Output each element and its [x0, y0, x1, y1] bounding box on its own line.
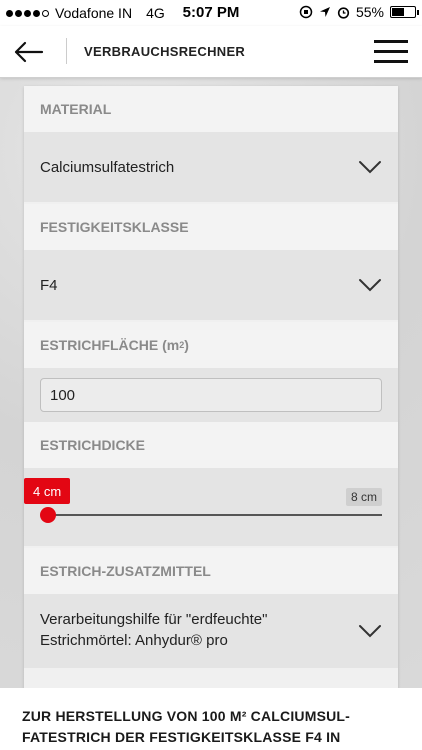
area-label-text: ESTRICHFLÄCHE (m [40, 337, 180, 353]
material-value: Calciumsulfatestrich [40, 158, 175, 176]
material-label: MATERIAL [24, 86, 398, 132]
menu-button[interactable] [374, 38, 408, 66]
back-button[interactable] [12, 38, 44, 66]
chevron-down-icon [359, 279, 381, 292]
result-panel: ZUR HERSTELLUNG VON 100 M² CALCIUMSUL-FA… [0, 688, 422, 750]
area-label: ESTRICHFLÄCHE (m 2) [24, 322, 398, 368]
material-select[interactable]: Calciumsulfatestrich [24, 132, 398, 202]
page-title: VERBRAUCHSRECHNER [84, 44, 246, 59]
battery-percent: 55% [355, 4, 384, 20]
rotation-lock-icon [299, 5, 313, 19]
result-text: ZUR HERSTELLUNG VON 100 M² CALCIUMSUL-FA… [22, 708, 351, 745]
additive-select[interactable]: Verarbeitungshilfe für "erdfeuchte" Estr… [24, 594, 398, 668]
app-header: VERBRAUCHSRECHNER [0, 26, 422, 78]
additive-line-1: Verarbeitungshilfe für "erdfeuchte" [40, 611, 268, 628]
calculator-form: MATERIAL Calciumsulfatestrich FESTIGKEIT… [24, 86, 398, 690]
arrow-left-icon [14, 41, 44, 63]
hamburger-icon [374, 40, 408, 43]
strength-class-label: FESTIGKEITSKLASSE [24, 204, 398, 250]
slider-thumb[interactable] [40, 507, 56, 523]
chevron-down-icon [359, 161, 381, 174]
additive-label: ESTRICH-ZUSATZMITTEL [24, 548, 398, 594]
additive-line-2: Estrichmörtel: Anhydur® pro [40, 632, 228, 649]
area-label-close: ) [184, 337, 189, 353]
status-bar: Vodafone IN 4G 5:07 PM 55% [0, 0, 422, 26]
area-input[interactable] [40, 378, 382, 412]
chevron-down-icon [359, 625, 381, 638]
thickness-slider[interactable]: 4 cm 8 cm [24, 468, 398, 546]
additive-value: Verarbeitungshilfe für "erdfeuchte" Estr… [40, 609, 340, 651]
area-input-row [24, 368, 398, 422]
battery-icon [390, 6, 419, 18]
location-icon [319, 7, 330, 17]
slider-max-value: 8 cm [345, 488, 382, 506]
slider-current-value: 4 cm [24, 478, 71, 504]
header-divider [66, 38, 67, 64]
strength-class-value: F4 [40, 276, 58, 294]
slider-track[interactable] [48, 514, 382, 516]
strength-class-select[interactable]: F4 [24, 250, 398, 320]
thickness-label: ESTRICHDICKE [24, 422, 398, 468]
alarm-icon [337, 6, 350, 19]
status-icons: 55% [299, 4, 419, 20]
